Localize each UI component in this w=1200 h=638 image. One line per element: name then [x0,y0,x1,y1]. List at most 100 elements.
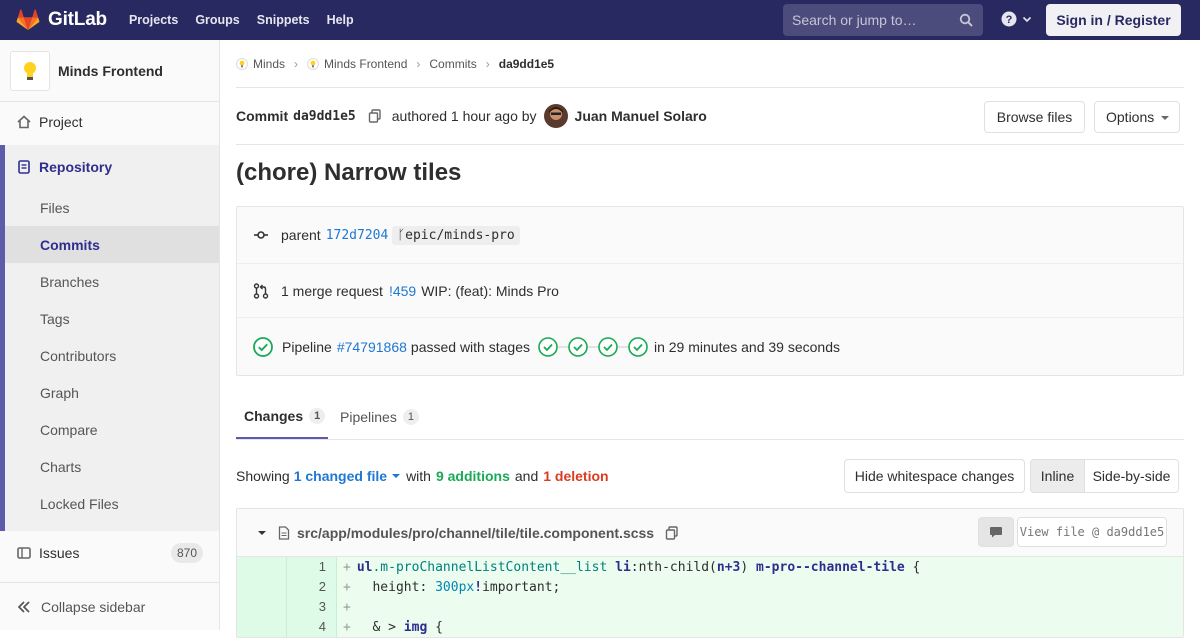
diff-view-toggle: Inline Side-by-side [1030,459,1179,493]
merge-request-row: 1 merge request !459 WIP: (feat): Minds … [237,264,1183,318]
chevron-down-icon [1022,16,1032,23]
hide-whitespace-button[interactable]: Hide whitespace changes [844,459,1025,493]
code-content: + height: 300px!important; [343,579,561,595]
branch-tag[interactable]: ᚴepic/minds-pro [392,225,520,245]
sidebar-item-graph[interactable]: Graph [5,374,219,411]
changed-files-dropdown[interactable]: 1 changed file [294,468,401,484]
nav-groups[interactable]: Groups [195,13,239,27]
breadcrumb: Minds › Minds Frontend › Commits › da9dd… [236,40,1184,88]
diff-line: 1 + ul.m-proChannelListContent__list li:n… [237,557,1183,577]
breadcrumb-item-group[interactable]: Minds › [236,57,307,71]
breadcrumb-item-current[interactable]: da9dd1e5 [499,57,554,71]
collapse-caret-icon[interactable] [257,528,267,538]
gitlab-logo[interactable]: GitLab [16,0,107,40]
project-avatar [10,50,50,91]
sidebar-item-branches[interactable]: Branches [5,263,219,300]
new-line-number[interactable]: 1 [287,557,337,577]
merge-request-icon [253,282,269,299]
nav-snippets[interactable]: Snippets [257,13,310,27]
pipeline-status-text: passed with stages [410,338,530,355]
inline-view-button[interactable]: Inline [1030,459,1085,493]
sidebar-item-label: Project [39,114,83,130]
breadcrumb-item-project[interactable]: Minds Frontend › [307,57,429,71]
copy-icon[interactable] [368,109,382,123]
collapse-label: Collapse sidebar [41,598,146,615]
doc-icon [18,160,30,174]
lightbulb-icon [24,61,36,80]
diff-stats-bar: Showing 1 changed file with 9 additions … [236,459,1184,493]
stage-status-icons[interactable] [538,336,650,358]
avatar[interactable] [543,104,568,128]
breadcrumb-separator: › [485,56,490,71]
tab-changes[interactable]: Changes 1 [236,395,328,439]
toggle-comments-button[interactable] [978,517,1014,547]
deletions-count: 1 deletion [543,468,609,484]
sidebar-item-files[interactable]: Files [5,189,219,226]
diff-line: 4 + & > img { [237,617,1183,637]
pipeline-label: Pipeline [282,338,332,355]
commit-sha: da9dd1e5 [293,108,356,124]
project-sidebar: Minds Frontend Project Repository Files … [0,40,220,630]
repository-section: Repository Files Commits Branches Tags C… [0,145,219,531]
main-content: Minds › Minds Frontend › Commits › da9dd… [220,40,1200,638]
parent-label: parent [281,227,321,243]
branch-icon: ᚴ [397,227,406,243]
top-navbar: GitLab Projects Groups Snippets Help Sea… [0,0,1200,40]
sidebar-item-repository[interactable]: Repository [0,145,214,189]
collapse-sidebar-button[interactable]: Collapse sidebar [0,582,219,630]
sidebar-item-charts[interactable]: Charts [5,448,219,485]
caret-down-icon [392,474,401,478]
tab-pipelines[interactable]: Pipelines 1 [340,395,419,439]
sidebar-item-compare[interactable]: Compare [5,411,219,448]
breadcrumb-label: Commits [429,56,477,71]
sidebar-item-issues[interactable]: Issues 870 [0,537,219,569]
breadcrumb-separator: › [294,56,299,71]
breadcrumb-item-commits[interactable]: Commits › [429,57,498,71]
pipeline-status-success-icon[interactable] [253,336,273,357]
nav-help[interactable]: Help [327,13,354,27]
sidebar-item-tags[interactable]: Tags [5,300,219,337]
parent-sha-link[interactable]: 172d7204 [326,228,389,243]
merge-request-link[interactable]: !459 [389,283,416,299]
sidebar-item-commits[interactable]: Commits [5,226,219,263]
new-line-number[interactable]: 3 [287,597,337,617]
file-path[interactable]: src/app/modules/pro/channel/tile/tile.co… [297,525,654,541]
comment-icon [990,527,1002,538]
view-file-button[interactable]: View file @ da9dd1e5 [1017,517,1167,547]
pipeline-link[interactable]: #74791868 [337,339,407,355]
old-line-number [237,577,287,597]
issues-count-badge: 870 [170,543,203,563]
showing-label: Showing [236,468,290,484]
branch-name: epic/minds-pro [405,227,515,243]
browse-files-button[interactable]: Browse files [984,101,1085,133]
help-dropdown[interactable]: ? [1001,11,1033,27]
tab-label: Changes [244,408,304,424]
pipeline-row: Pipeline #74791868 passed with stages in… [237,318,1183,375]
nav-projects[interactable]: Projects [129,13,178,27]
sidebar-item-locked-files[interactable]: Locked Files [5,485,219,522]
side-by-side-view-button[interactable]: Side-by-side [1085,459,1179,493]
copy-icon[interactable] [665,525,679,540]
project-name: Minds Frontend [58,62,163,79]
merge-request-title: WIP: (feat): Minds Pro [421,282,559,299]
file-icon [278,525,290,540]
svg-text:?: ? [1006,14,1013,26]
new-line-number[interactable]: 2 [287,577,337,597]
tanuki-icon [16,9,40,30]
brand-name: GitLab [48,9,107,30]
sidebar-item-contributors[interactable]: Contributors [5,337,219,374]
question-icon: ? [1001,11,1017,27]
sidebar-project-header[interactable]: Minds Frontend [0,40,219,102]
new-line-number[interactable]: 4 [287,617,337,637]
authored-text: authored 1 hour ago by [391,108,537,124]
author-name[interactable]: Juan Manuel Solaro [575,108,707,124]
diff-line: 2 + height: 300px!important; [237,577,1183,597]
sidebar-item-project[interactable]: Project [0,106,219,138]
sign-in-button[interactable]: Sign in / Register [1046,4,1181,36]
code-content: + & > img { [343,619,443,635]
breadcrumb-label: Minds Frontend [324,56,408,71]
options-dropdown[interactable]: Options [1094,101,1180,133]
additions-count: 9 additions [435,468,510,484]
search-input[interactable]: Search or jump to… [783,4,983,36]
breadcrumb-separator: › [416,56,421,71]
